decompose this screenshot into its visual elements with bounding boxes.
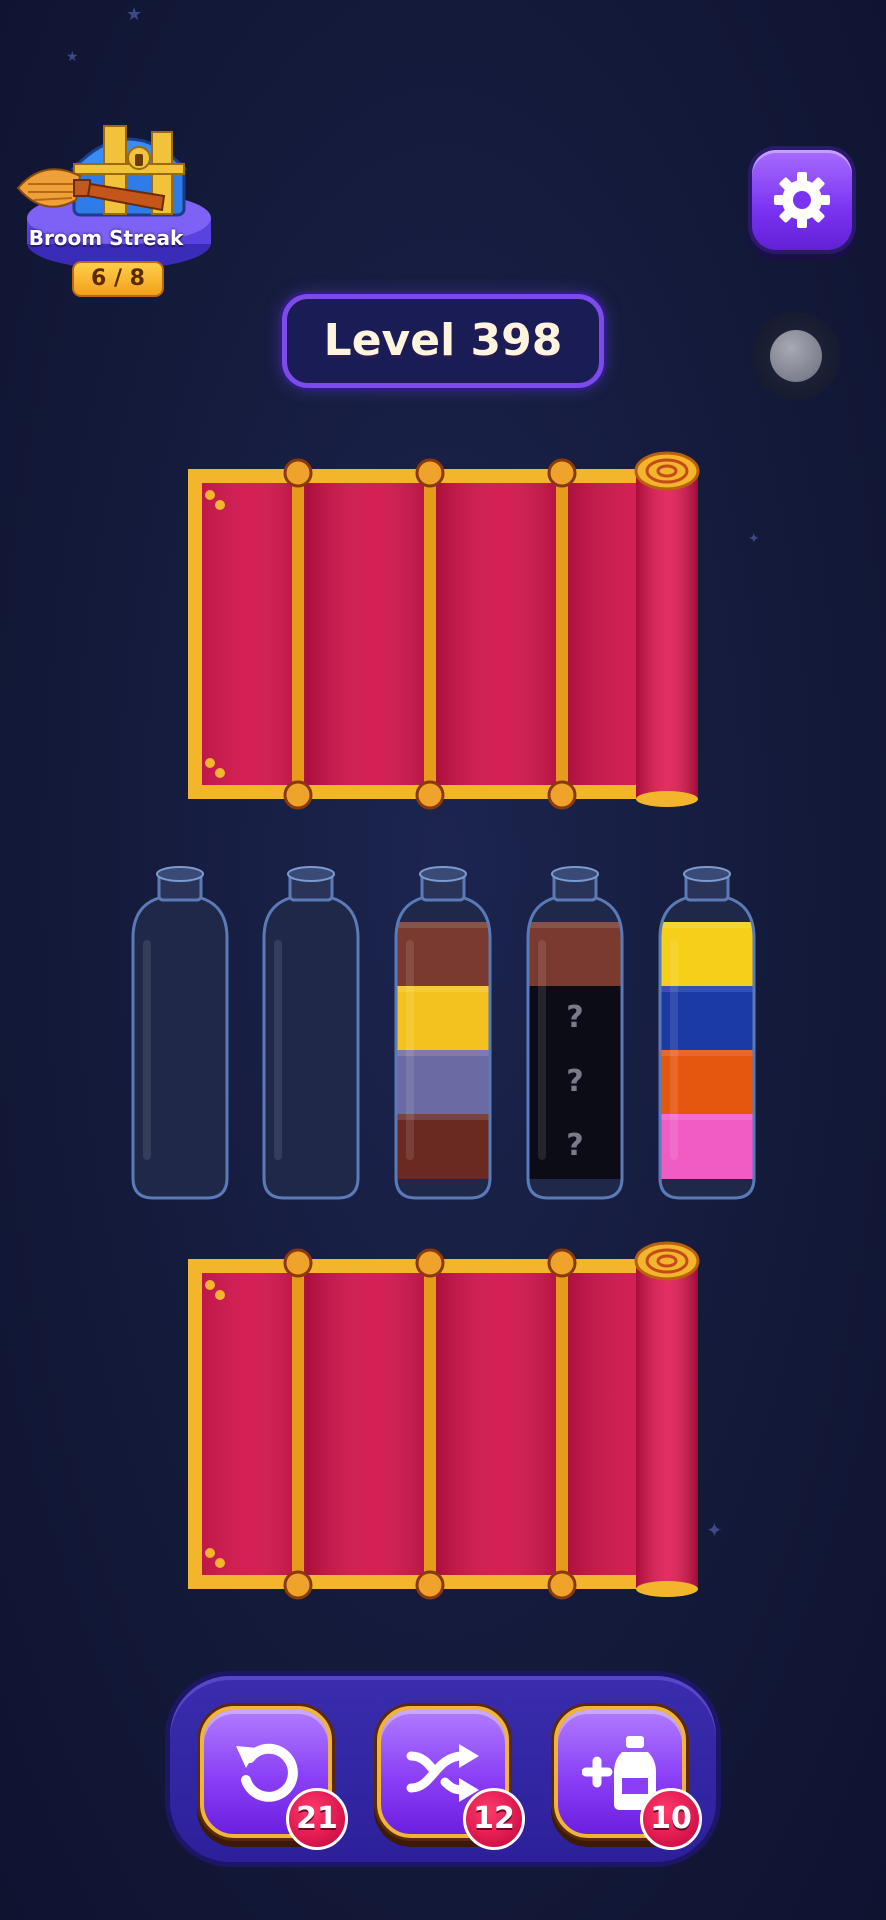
shuffle-button[interactable]: 12 (377, 1706, 525, 1850)
undo-count-badge: 21 (286, 1788, 348, 1850)
add-bottle-count-badge: 10 (640, 1788, 702, 1850)
bottle-2[interactable] (256, 860, 366, 1210)
unknown-layer-mark: ? (566, 1000, 584, 1035)
liquid-layer (660, 986, 754, 1051)
liquid-layer (396, 1050, 490, 1115)
bottle-shine (274, 940, 282, 1160)
liquid-highlight (396, 1050, 490, 1056)
bottle-graphic (394, 866, 492, 1200)
star-decoration: ✦ (748, 531, 760, 547)
unknown-layer-mark: ? (566, 1128, 584, 1163)
booster-toolbar: 21 12 10 (170, 1676, 716, 1862)
bottle-3[interactable] (388, 860, 498, 1210)
liquid-layer (396, 1114, 490, 1179)
liquid-highlight (396, 922, 490, 928)
liquid-layer (396, 922, 490, 987)
bottle-rim (551, 866, 599, 882)
star-decoration: ✦ (706, 1518, 723, 1542)
streak-progress: 6 / 8 (72, 261, 164, 297)
bottle-1[interactable] (125, 860, 235, 1210)
touch-indicator-dot (770, 330, 822, 382)
bottle-rim (419, 866, 467, 882)
curtain-bottom (188, 1241, 700, 1600)
liquid-highlight (660, 986, 754, 992)
liquid-highlight (660, 1050, 754, 1056)
touch-indicator (752, 312, 840, 400)
bottle-rim (683, 866, 731, 882)
bottle-5[interactable] (652, 860, 762, 1210)
liquid-highlight (528, 922, 622, 928)
liquid-layer (396, 986, 490, 1051)
bottle-shine (670, 940, 678, 1160)
curtain-drawing (188, 1241, 700, 1600)
undo-button[interactable]: 21 (200, 1706, 348, 1850)
liquid-layer (660, 1114, 754, 1179)
shuffle-count-badge: 12 (463, 1788, 525, 1850)
liquid-highlight (660, 1114, 754, 1120)
streak-label: Broom Streak (28, 226, 184, 250)
bottle-shine (538, 940, 546, 1160)
bottle-rim (156, 866, 204, 882)
bottle-graphic (658, 866, 756, 1200)
unknown-layer-mark: ? (566, 1064, 584, 1099)
bottle-row: ??? (0, 860, 886, 1210)
curtain-top (188, 451, 700, 810)
bottle-4[interactable]: ??? (520, 860, 630, 1210)
gear-icon (774, 172, 830, 228)
liquid-layer (660, 1050, 754, 1115)
settings-button[interactable] (752, 150, 852, 250)
liquid-highlight (396, 986, 490, 992)
add-bottle-button[interactable]: 10 (554, 1706, 702, 1850)
star-decoration: ★ (126, 4, 143, 25)
liquid-layer (528, 922, 622, 987)
bottle-graphic (262, 866, 360, 1200)
bottle-shine (406, 940, 414, 1160)
level-title: Level 398 (282, 294, 604, 388)
star-decoration: ★ (66, 49, 79, 65)
bottle-rim (287, 866, 335, 882)
liquid-highlight (396, 1114, 490, 1120)
curtain-drawing (188, 451, 700, 810)
liquid-highlight (660, 922, 754, 928)
bottle-shine (143, 940, 151, 1160)
liquid-layer (660, 922, 754, 987)
bottle-graphic (131, 866, 229, 1200)
